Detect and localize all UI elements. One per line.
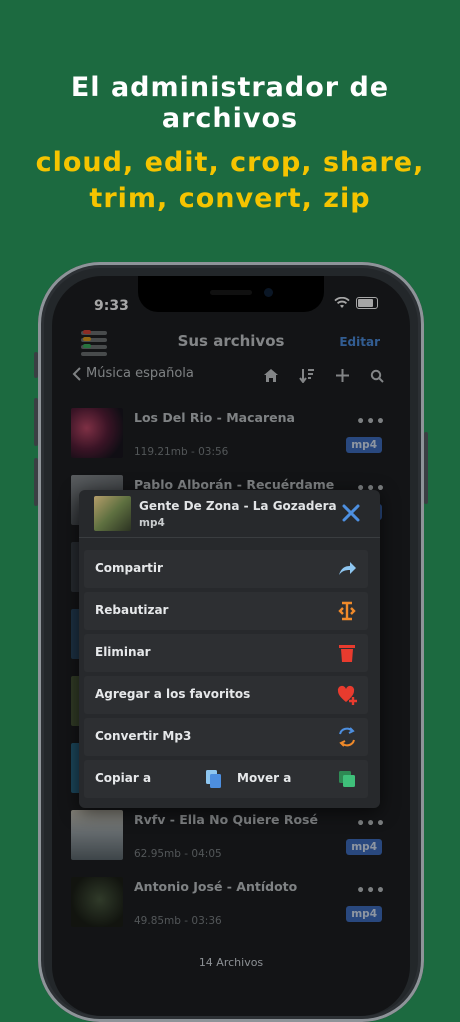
rename-label: Rebautizar — [95, 603, 169, 617]
list-item[interactable]: Antonio José - Antídoto 49.85mb - 03:36 … — [52, 869, 410, 936]
convert-action[interactable]: Convertir Mp3 — [84, 718, 368, 756]
file-name: Los Del Rio - Macarena — [134, 410, 295, 425]
edit-button[interactable]: Editar — [339, 335, 380, 349]
share-icon — [339, 562, 356, 575]
favorite-action[interactable]: Agregar a los favoritos — [84, 676, 368, 714]
file-meta: 119.21mb - 03:56 — [134, 446, 229, 458]
file-count: 14 Archivos — [198, 956, 264, 969]
more-options-icon[interactable]: ••• — [356, 414, 386, 430]
promo-features: cloud, edit, crop, share, trim, convert,… — [0, 145, 460, 217]
file-name: Antonio José - Antídoto — [134, 879, 298, 894]
back-button[interactable]: Música española — [72, 366, 194, 381]
promo-features-line1: cloud, edit, crop, share, — [35, 147, 425, 178]
nav-bar: Música española — [52, 364, 410, 390]
sheet-file-ext: mp4 — [139, 517, 165, 529]
battery-icon — [356, 297, 378, 309]
copy-label: Copiar a — [95, 771, 152, 785]
sheet-thumbnail — [94, 496, 131, 531]
close-icon[interactable] — [340, 502, 362, 524]
file-type-badge: mp4 — [346, 839, 382, 855]
copy-icon — [206, 770, 221, 788]
heart-plus-icon — [337, 685, 357, 705]
rename-action[interactable]: Rebautizar — [84, 592, 368, 630]
video-thumbnail — [71, 877, 123, 927]
convert-label: Convertir Mp3 — [95, 729, 192, 743]
more-options-icon[interactable]: ••• — [356, 816, 386, 832]
move-label: Mover a — [237, 771, 292, 785]
phone-volume-down — [34, 458, 38, 506]
action-sheet: Gente De Zona - La Gozadera mp4 Comparti… — [79, 490, 380, 808]
move-icon — [339, 771, 355, 787]
phone-volume-up — [34, 398, 38, 446]
divider — [79, 537, 380, 538]
home-icon[interactable] — [263, 368, 279, 383]
file-name: Rvfv - Ella No Quiere Rosé — [134, 812, 318, 827]
file-type-badge: mp4 — [346, 437, 382, 453]
share-label: Compartir — [95, 561, 163, 575]
sort-icon[interactable] — [299, 368, 315, 383]
text-cursor-icon — [338, 601, 356, 621]
speaker — [210, 290, 252, 295]
folder-name: Música española — [86, 366, 194, 381]
promo-headline: El administrador de archivos — [70, 72, 390, 134]
front-camera — [264, 288, 273, 297]
convert-arrows-icon — [339, 727, 355, 747]
trash-icon — [339, 645, 355, 662]
favorite-label: Agregar a los favoritos — [95, 687, 251, 701]
move-action[interactable]: Mover a — [226, 760, 368, 798]
notch — [138, 276, 324, 312]
list-item[interactable]: Rvfv - Ella No Quiere Rosé 62.95mb - 04:… — [52, 802, 410, 869]
file-meta: 49.85mb - 03:36 — [134, 915, 222, 927]
status-time: 9:33 — [94, 298, 129, 314]
delete-action[interactable]: Eliminar — [84, 634, 368, 672]
top-bar: Sus archivos Editar — [52, 326, 410, 362]
sheet-file-name: Gente De Zona - La Gozadera — [139, 499, 337, 513]
file-meta: 62.95mb - 04:05 — [134, 848, 222, 860]
search-icon[interactable] — [370, 369, 384, 383]
phone-power-button — [424, 432, 428, 504]
add-icon[interactable] — [335, 368, 350, 383]
copy-action[interactable]: Copiar a — [84, 760, 226, 798]
file-type-badge: mp4 — [346, 906, 382, 922]
more-options-icon[interactable]: ••• — [356, 883, 386, 899]
phone-silent-switch — [34, 352, 38, 378]
copy-move-row: Copiar a Mover a — [84, 760, 368, 798]
share-action[interactable]: Compartir — [84, 550, 368, 588]
status-icons — [334, 297, 378, 309]
video-thumbnail — [71, 810, 123, 860]
nav-actions — [263, 368, 384, 383]
promo-features-line2: trim, convert, zip — [89, 183, 371, 214]
wifi-icon — [334, 297, 350, 308]
chevron-left-icon — [72, 366, 81, 381]
list-item[interactable]: Los Del Rio - Macarena 119.21mb - 03:56 … — [52, 400, 410, 467]
video-thumbnail — [71, 408, 123, 458]
delete-label: Eliminar — [95, 645, 151, 659]
